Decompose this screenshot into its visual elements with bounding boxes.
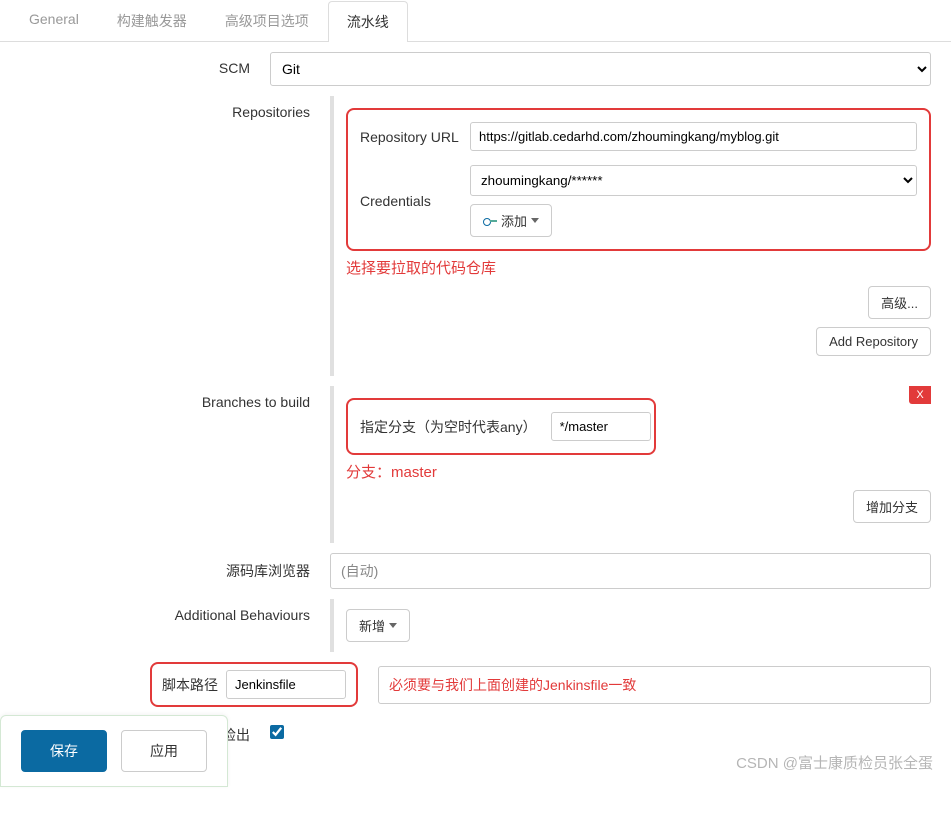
add-behaviour-label: 新增 xyxy=(359,616,385,635)
add-credentials-button[interactable]: 添加 xyxy=(470,204,552,237)
lightweight-checkbox[interactable] xyxy=(270,725,284,739)
add-branch-button[interactable]: 增加分支 xyxy=(853,490,931,523)
repo-url-input[interactable] xyxy=(470,122,917,151)
footer-actions: 保存 应用 xyxy=(0,715,228,787)
delete-branch-button[interactable]: X xyxy=(909,386,931,404)
branches-label: Branches to build xyxy=(20,386,330,410)
credentials-select[interactable]: zhoumingkang/****** xyxy=(470,165,917,196)
apply-button[interactable]: 应用 xyxy=(121,730,207,772)
key-icon xyxy=(483,217,497,225)
config-tabs: General 构建触发器 高级项目选项 流水线 xyxy=(0,0,951,42)
branch-spec-input[interactable] xyxy=(551,412,651,441)
save-button[interactable]: 保存 xyxy=(21,730,107,772)
behaviours-label: Additional Behaviours xyxy=(20,599,330,623)
tab-advanced[interactable]: 高级项目选项 xyxy=(206,0,328,41)
script-path-label: 脚本路径 xyxy=(162,675,218,695)
add-credentials-label: 添加 xyxy=(501,211,527,230)
tab-general[interactable]: General xyxy=(10,0,98,41)
scm-label: SCM xyxy=(20,52,270,76)
chevron-down-icon xyxy=(531,218,539,223)
repo-browser-select[interactable]: (自动) xyxy=(330,553,931,589)
chevron-down-icon xyxy=(389,623,397,628)
repository-config-box: Repository URL Credentials zhoumingkang/… xyxy=(346,108,931,251)
script-path-input[interactable] xyxy=(226,670,346,699)
scm-select[interactable]: Git xyxy=(270,52,931,86)
repo-advanced-button[interactable]: 高级... xyxy=(868,286,931,319)
credentials-label: Credentials xyxy=(360,193,470,209)
repo-url-label: Repository URL xyxy=(360,129,470,145)
tab-pipeline[interactable]: 流水线 xyxy=(328,1,408,42)
tab-triggers[interactable]: 构建触发器 xyxy=(98,0,206,41)
script-annotation: 必须要与我们上面创建的Jenkinsfile一致 xyxy=(378,666,931,704)
branch-annotation: 分支：master xyxy=(346,461,931,482)
script-path-box: 脚本路径 xyxy=(150,662,358,707)
repo-annotation: 选择要拉取的代码仓库 xyxy=(346,257,931,278)
branch-spec-box: 指定分支（为空时代表any） xyxy=(346,398,656,455)
repositories-label: Repositories xyxy=(20,96,330,120)
add-behaviour-button[interactable]: 新增 xyxy=(346,609,410,642)
branch-spec-label: 指定分支（为空时代表any） xyxy=(360,417,537,437)
add-repository-button[interactable]: Add Repository xyxy=(816,327,931,356)
repo-browser-label: 源码库浏览器 xyxy=(20,553,330,581)
